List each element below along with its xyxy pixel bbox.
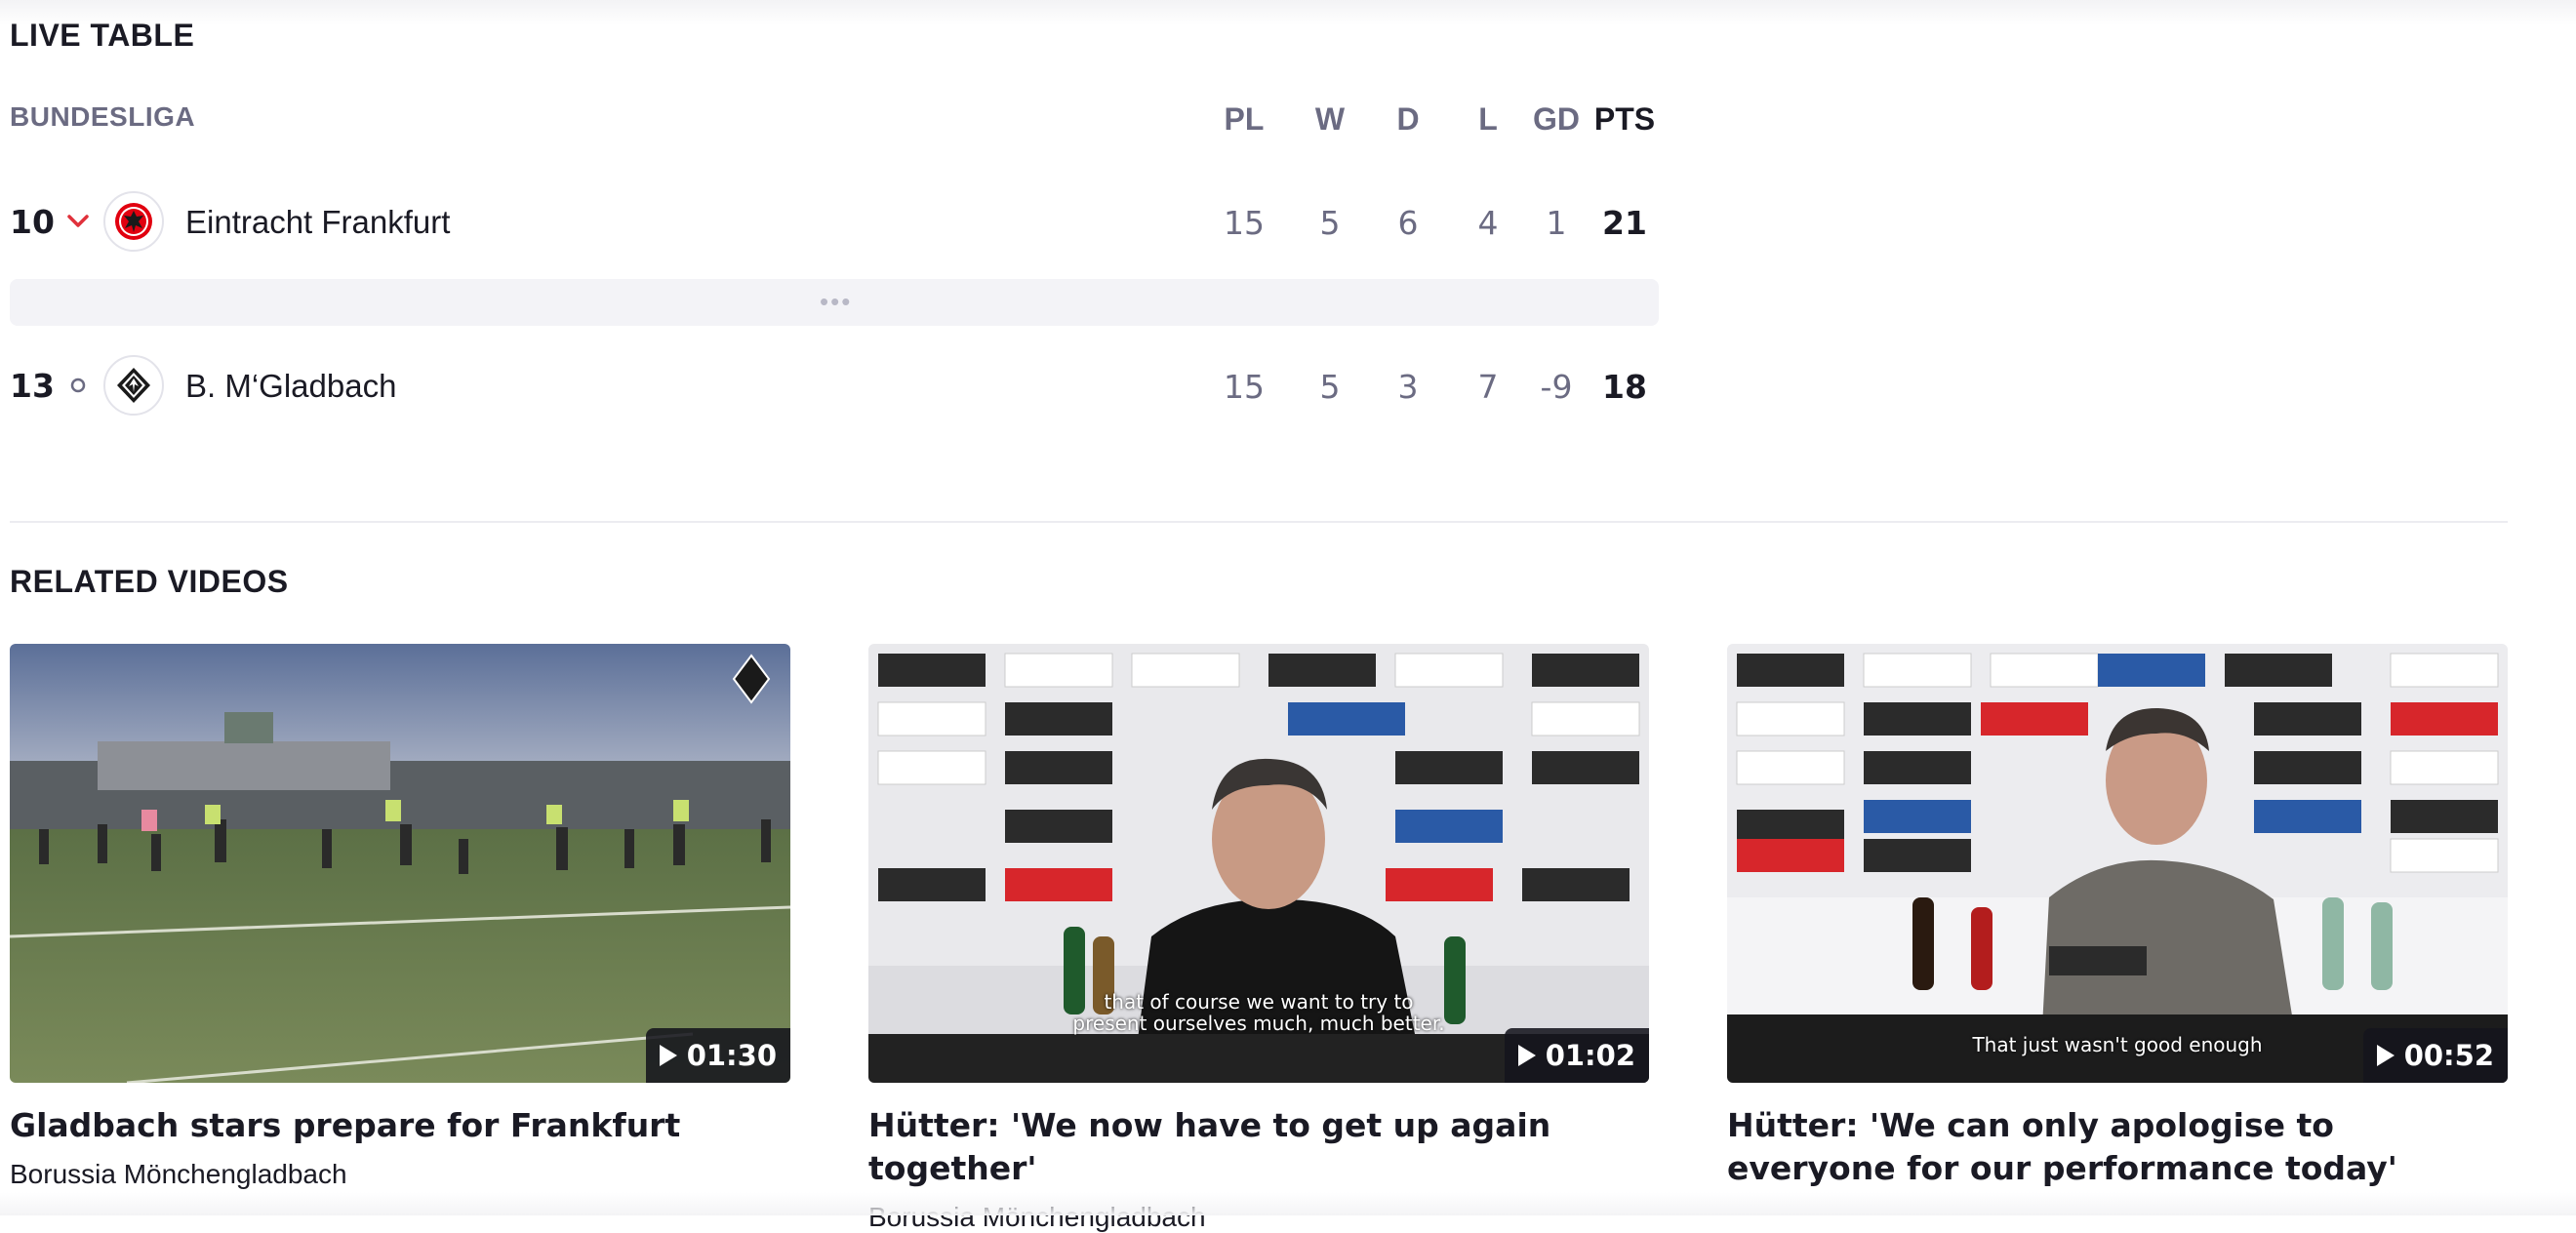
stat-gd: -9 — [1540, 368, 1573, 406]
team-name: Eintracht Frankfurt — [185, 204, 451, 240]
duration-badge: 01:02 — [1504, 1028, 1649, 1083]
foal-crest-icon — [103, 355, 164, 416]
video-thumbnail[interactable]: 01:30 — [10, 644, 790, 1083]
stat-w: 5 — [1319, 204, 1341, 242]
video-title[interactable]: Hütter: 'We now have to get up again tog… — [868, 1104, 1649, 1190]
chevron-down-icon — [67, 215, 89, 227]
more-dots: ••• — [820, 287, 853, 316]
league-name: BUNDESLIGA — [10, 101, 196, 132]
table-row[interactable]: 13 B. M‘Gladbach 15 5 3 7 -9 18 — [10, 351, 1659, 419]
stat-gd: 1 — [1546, 204, 1567, 242]
circle-icon — [70, 378, 86, 393]
team-name: B. M‘Gladbach — [185, 368, 397, 404]
play-icon — [659, 1045, 677, 1066]
stat-w: 5 — [1319, 368, 1341, 406]
stat-l: 7 — [1477, 368, 1499, 406]
col-header-gd: GD — [1533, 101, 1580, 137]
video-card[interactable]: that of course we want to try to present… — [868, 644, 1649, 1233]
position: 13 — [10, 367, 55, 405]
expand-table-button[interactable]: ••• — [10, 279, 1659, 326]
play-icon — [1517, 1045, 1536, 1066]
col-header-w: W — [1314, 101, 1346, 137]
live-table-title: LIVE TABLE — [10, 18, 195, 53]
table-header: BUNDESLIGA PL W D L GD PTS — [10, 101, 1659, 140]
duration-text: 01:30 — [686, 1039, 777, 1072]
stat-pts: 18 — [1602, 368, 1647, 406]
duration-text: 00:52 — [2403, 1039, 2494, 1072]
col-header-pl: PL — [1224, 101, 1265, 137]
video-title[interactable]: Gladbach stars prepare for Frankfurt — [10, 1104, 790, 1147]
duration-badge: 01:30 — [645, 1028, 790, 1083]
section-divider — [10, 521, 2508, 523]
position: 10 — [10, 203, 55, 241]
caption-line: that of course we want to try to — [1104, 990, 1414, 1014]
stat-d: 3 — [1397, 368, 1419, 406]
col-header-d: D — [1396, 101, 1420, 137]
col-header-pts: PTS — [1593, 101, 1656, 137]
video-card[interactable]: 01:30 Gladbach stars prepare for Frankfu… — [10, 644, 790, 1190]
training-scene-image — [10, 644, 790, 1083]
table-row[interactable]: 10 Eintracht Frankfurt 15 5 6 4 1 21 — [10, 187, 1659, 256]
duration-text: 01:02 — [1545, 1039, 1635, 1072]
video-card[interactable]: That just wasn't good enough 00:52 Hütte… — [1727, 644, 2508, 1190]
video-title[interactable]: Hütter: 'We can only apologise to everyo… — [1727, 1104, 2508, 1190]
bottom-fade — [0, 1192, 2576, 1215]
eagle-crest-icon — [103, 191, 164, 252]
col-header-l: L — [1478, 101, 1498, 137]
duration-badge: 00:52 — [2362, 1028, 2508, 1083]
stat-pl: 15 — [1224, 204, 1265, 242]
stat-l: 4 — [1477, 204, 1499, 242]
stat-pts: 21 — [1602, 204, 1647, 242]
stat-d: 6 — [1397, 204, 1419, 242]
top-fade — [0, 0, 2576, 25]
stat-pl: 15 — [1224, 368, 1265, 406]
related-videos-title: RELATED VIDEOS — [10, 564, 289, 599]
press-conference-image — [1727, 644, 2508, 1083]
video-thumbnail[interactable]: That just wasn't good enough 00:52 — [1727, 644, 2508, 1083]
video-thumbnail[interactable]: that of course we want to try to present… — [868, 644, 1649, 1083]
video-channel[interactable]: Borussia Mönchengladbach — [10, 1159, 790, 1190]
play-icon — [2376, 1045, 2395, 1066]
